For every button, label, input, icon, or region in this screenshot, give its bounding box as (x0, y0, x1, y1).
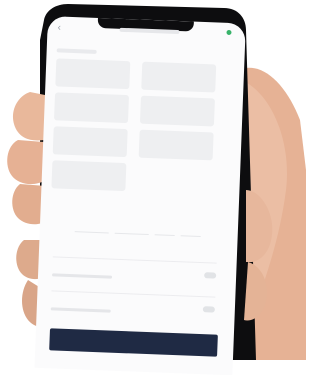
divider (52, 256, 217, 264)
phone-screen: ‹ (34, 16, 246, 375)
settings-row-subtitle (50, 307, 111, 313)
settings-row-subtitle (52, 273, 113, 279)
settings-row[interactable] (50, 298, 215, 326)
category-tile[interactable] (141, 61, 217, 93)
primary-action-button[interactable] (49, 328, 218, 357)
settings-row[interactable] (52, 264, 217, 292)
time-cell[interactable] (180, 219, 202, 238)
section-label (56, 48, 97, 54)
time-cell[interactable] (114, 216, 150, 236)
time-selector[interactable] (74, 215, 216, 240)
time-cell[interactable] (74, 215, 110, 234)
signal-dot-icon (226, 29, 232, 36)
category-tile[interactable] (138, 129, 214, 161)
category-tile[interactable] (51, 160, 127, 192)
category-grid (51, 58, 236, 192)
category-tile[interactable] (54, 92, 130, 124)
category-tile[interactable] (55, 58, 131, 90)
category-tile[interactable] (52, 126, 128, 158)
toggle-switch[interactable] (202, 306, 215, 313)
category-tile[interactable] (139, 95, 215, 127)
time-cell[interactable] (154, 218, 176, 237)
toggle-switch[interactable] (204, 272, 217, 279)
back-arrow-icon[interactable]: ‹ (57, 22, 67, 33)
